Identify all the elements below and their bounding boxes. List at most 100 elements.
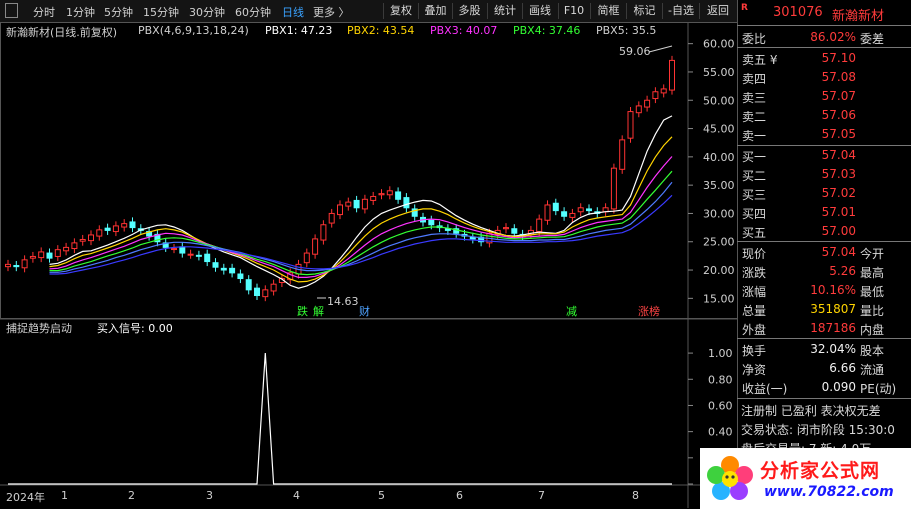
overlay-button[interactable]: 叠加 [419,2,452,19]
stat-label: 总量 [742,304,767,318]
indicator-name[interactable]: PBX(4,6,9,13,18,24) [138,24,249,37]
pbx1-value: PBX1: 47.23 [265,24,333,37]
candle-body [79,238,86,242]
event-mark-reduce[interactable]: 减 [566,303,577,319]
stat-label-right: 内盘 [860,323,885,337]
buy-level-label: 买五 [742,226,767,240]
candle-body [13,265,20,268]
period-15min[interactable]: 15分钟 [143,4,179,20]
buy-level-price: 57.00 [821,224,856,238]
weibi-label: 委比 [742,32,767,46]
stat2-value: 0.090 [821,380,856,394]
candle-body [21,259,28,269]
multi-stock-button[interactable]: 多股 [453,2,486,19]
candle-body [586,208,592,212]
candle-body [204,253,211,263]
sell-level-label: 卖二 [742,110,767,124]
main-panel-frame [0,22,737,319]
sub-indicator-name[interactable]: 捕捉趋势启动 [6,320,72,336]
buy-level-label: 买四 [742,207,767,221]
sub-indicator-value: 买入信号: 0.00 [97,322,173,335]
candle-body [29,255,36,259]
candle-body [187,253,194,256]
stat2-label-right: 流通 [860,363,885,377]
x-axis-month-7: 7 [538,489,545,502]
mark-button[interactable]: 标记 [627,2,662,19]
period-timeshare[interactable]: 分时 [33,4,55,20]
stat-value: 5.26 [829,264,856,278]
chart-title: 新瀚新材(日线.前复权) [6,26,118,39]
collapse-icon[interactable] [5,3,18,18]
price-tick-label: 40.00 [703,151,735,164]
sell-level-price: 57.07 [821,89,856,103]
candle-body [104,227,111,231]
period-5min[interactable]: 5分钟 [104,4,133,20]
statistics-button[interactable]: 统计 [488,2,522,19]
buy-level-price: 57.02 [821,186,856,200]
event-mark-unlock[interactable]: 解 [313,303,324,319]
flower-icon [707,456,753,500]
high-arrow [648,45,673,53]
candle-body [337,204,343,216]
ma-line-pbx6 [49,194,673,275]
period-1min[interactable]: 1分钟 [66,4,95,20]
event-mark-limitup[interactable]: 涨榜 [638,303,660,319]
candle-body [38,251,45,259]
candle-body [270,283,277,292]
low-price-label: 14.63 [327,295,359,308]
draw-line-button[interactable]: 画线 [523,2,557,19]
candle-body [552,202,559,212]
stat2-label: 换手 [742,344,767,358]
sell-level-price: 57.05 [821,127,856,141]
candle-body [63,246,70,252]
kline-chart-area[interactable]: 60.00 55.00 50.00 45.00 40.00 35.00 30.00 25.00… [0,22,737,509]
event-mark-finance[interactable]: 财 [359,303,370,319]
candle-body [121,223,128,228]
ma-line-pbx5 [49,181,673,273]
sell-level-label: 卖三 [742,91,767,105]
back-button[interactable]: 返回 [700,2,736,19]
pbx5-value: PBX5: 35.5 [596,24,657,37]
period-daily[interactable]: 日线 [282,4,304,20]
candle-body [220,267,227,271]
period-60min[interactable]: 60分钟 [235,4,271,20]
self-select-button[interactable]: -自选 [663,2,699,19]
candle-body [569,212,576,218]
period-more[interactable]: 更多 〉 [313,4,350,20]
buy-level-price: 57.04 [821,148,856,162]
sell-level-price: 57.10 [821,51,856,65]
candle-body [370,195,377,201]
stat2-value: 6.66 [829,361,856,375]
candle-body [544,204,551,221]
event-mark-drop[interactable]: 跌 [297,303,308,319]
stat-value: 10.16% [810,283,856,297]
candle-body [71,242,78,250]
restore-rights-button[interactable]: 复权 [384,2,418,19]
x-axis-month-4: 4 [293,489,300,502]
stat-label: 涨幅 [742,285,767,299]
candle-body [88,234,94,242]
candle-body [403,197,410,209]
candle-body [511,228,518,234]
candle-body [112,225,119,233]
pbx3-value: PBX3: 40.07 [430,24,498,37]
x-axis-month-2: 2 [128,489,135,502]
simple-frame-button[interactable]: 简框 [591,2,626,19]
candle-body [54,249,61,257]
candle-body [652,91,659,100]
f10-button[interactable]: F10 [559,2,589,19]
stat-value: 57.04 [821,245,856,259]
x-axis-month-6: 6 [456,489,463,502]
candle-body [320,224,327,241]
candle-body [229,267,236,274]
period-30min[interactable]: 30分钟 [189,4,225,20]
stat-label-right: 量比 [860,304,885,318]
x-axis-month-8: 8 [632,489,639,502]
candle-body [179,246,186,254]
sell-level-label: 卖五 ¥ [742,53,778,67]
candle-body [644,99,651,108]
watermark-url: www.70822.com [764,484,894,500]
candle-body [503,227,509,230]
candle-body [46,252,53,259]
candle-body [129,221,136,229]
